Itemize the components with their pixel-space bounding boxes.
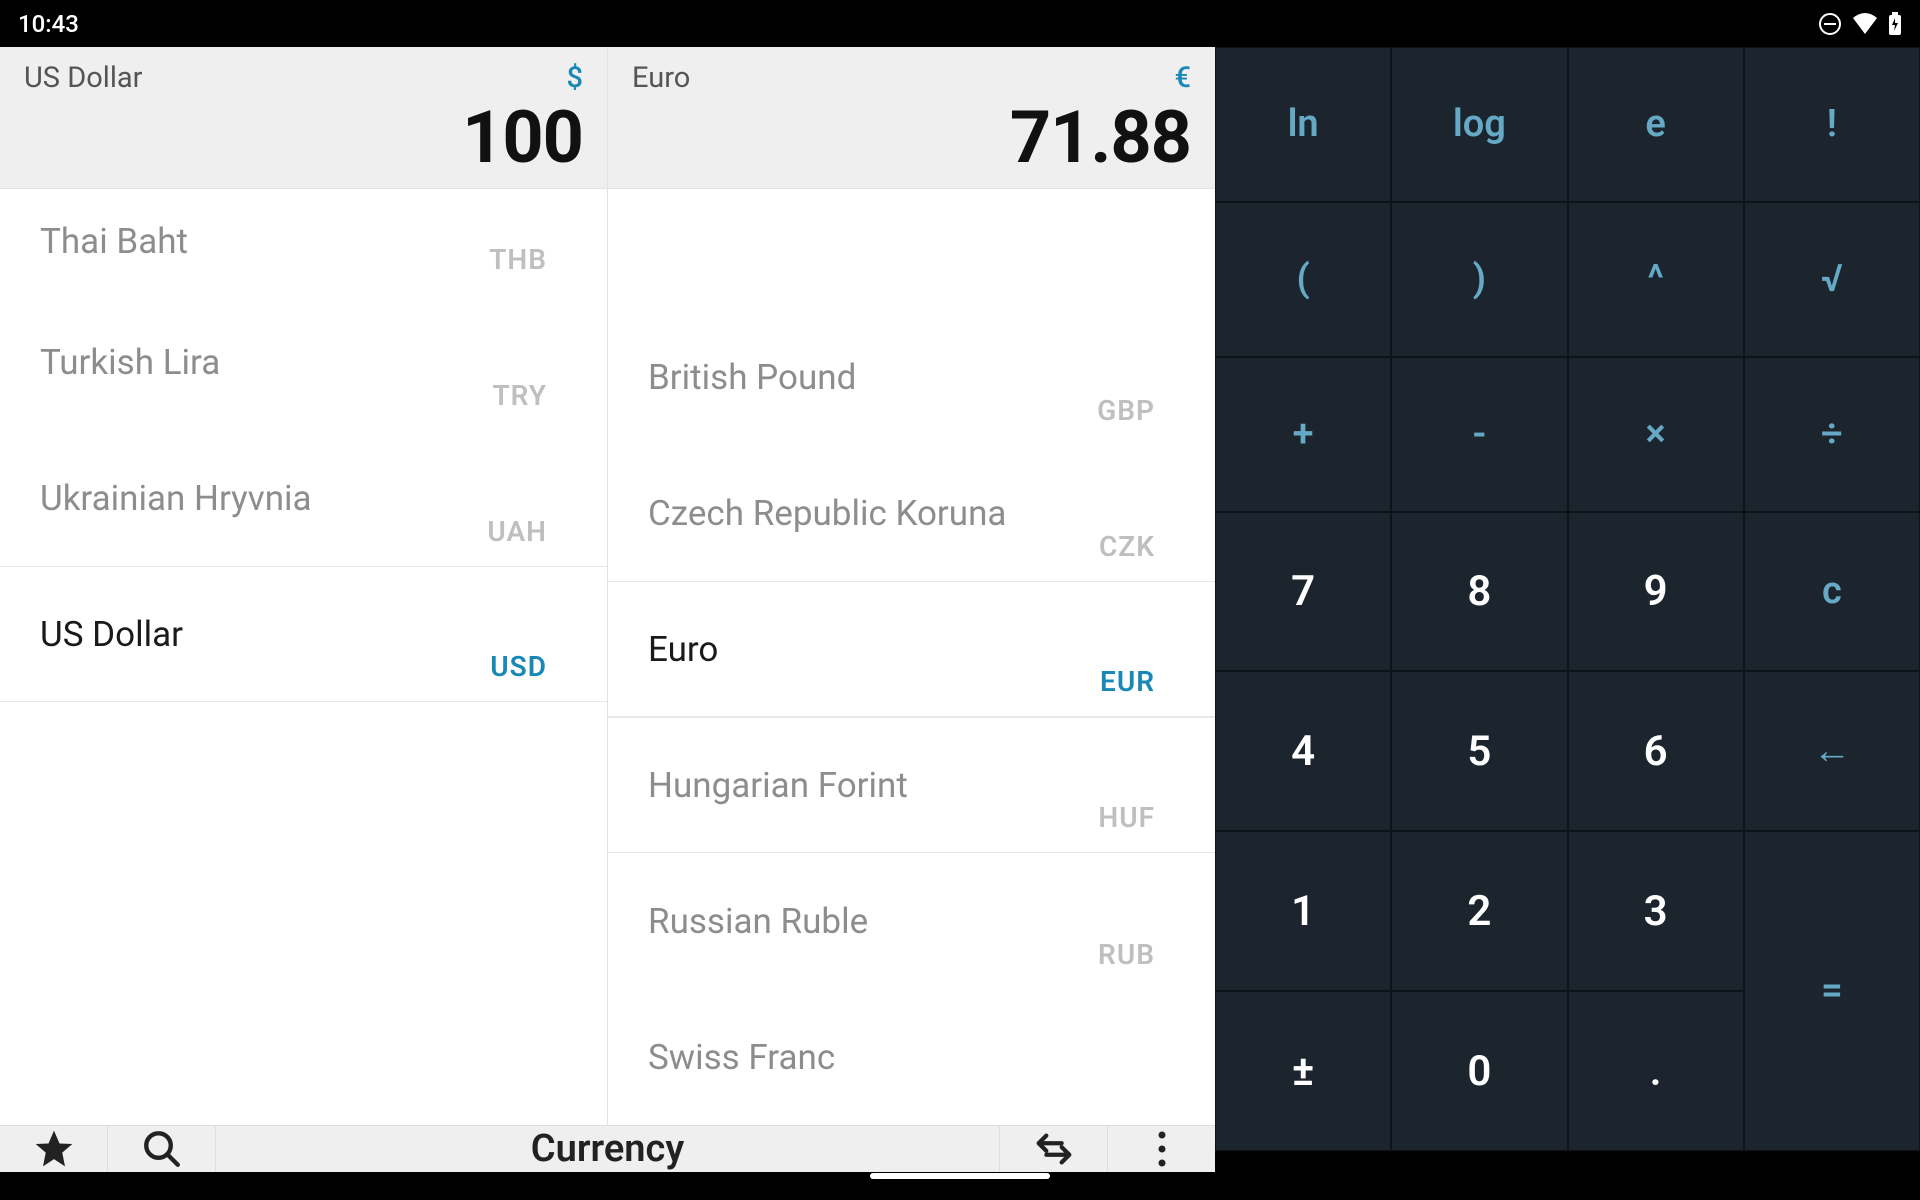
key-2[interactable]: 2 <box>1391 831 1567 991</box>
from-currency-list[interactable]: Thai BahtTHBTurkish LiraTRYUkrainian Hry… <box>0 189 607 1125</box>
to-currency-symbol: € <box>1175 61 1191 95</box>
currency-name: Turkish Lira <box>40 342 567 383</box>
currency-item-right-5[interactable]: Swiss Franc <box>608 989 1215 1125</box>
key-8[interactable]: 8 <box>1391 512 1567 672</box>
to-currency-label: Euro <box>632 61 1191 95</box>
currency-name: Hungarian Forint <box>648 765 1175 806</box>
currency-code: THB <box>489 243 547 276</box>
status-icons <box>1818 12 1902 36</box>
nav-handle-icon <box>870 1173 1050 1179</box>
to-value: 71.88 <box>632 95 1191 180</box>
key-4[interactable]: 4 <box>1215 671 1391 831</box>
currency-item-uah[interactable]: Ukrainian HryvniaUAH <box>0 430 607 566</box>
key-3[interactable]: 3 <box>1568 831 1744 991</box>
toolbar-title: Currency <box>216 1127 999 1171</box>
wifi-icon <box>1852 13 1878 35</box>
dnd-icon <box>1818 12 1842 36</box>
conversion-panel: US Dollar $ 100 Euro € 71.88 Thai BahtTH… <box>0 47 1215 1151</box>
currency-code: RUB <box>1098 938 1155 971</box>
key-plus[interactable]: + <box>1215 357 1391 512</box>
currency-lists: Thai BahtTHBTurkish LiraTRYUkrainian Hry… <box>0 189 1215 1125</box>
key-9[interactable]: 9 <box>1568 512 1744 672</box>
key-0[interactable]: 0 <box>1391 991 1567 1151</box>
star-icon <box>32 1127 76 1171</box>
currency-item-thb[interactable]: Thai BahtTHB <box>0 189 607 294</box>
currency-code: CZK <box>1099 530 1155 563</box>
swap-icon <box>1031 1126 1077 1172</box>
currency-item-czk[interactable]: Czech Republic KorunaCZK <box>608 445 1215 581</box>
key-6[interactable]: 6 <box>1568 671 1744 831</box>
key-1[interactable]: 1 <box>1215 831 1391 991</box>
key-backspace[interactable]: ← <box>1744 671 1920 831</box>
search-button[interactable] <box>108 1126 216 1172</box>
key-power[interactable]: ^ <box>1568 202 1744 357</box>
currency-code: HUF <box>1098 801 1155 834</box>
swap-button[interactable] <box>999 1126 1107 1172</box>
toolbar: Currency <box>0 1125 1215 1172</box>
key-log[interactable]: log <box>1391 47 1567 202</box>
currency-name: Thai Baht <box>40 221 567 262</box>
key-rparen[interactable]: ) <box>1391 202 1567 357</box>
battery-icon <box>1888 12 1902 36</box>
currency-item-huf[interactable]: Hungarian ForintHUF <box>608 717 1215 853</box>
key-plusminus[interactable]: ± <box>1215 991 1391 1151</box>
more-button[interactable] <box>1107 1126 1215 1172</box>
key-decimal[interactable]: . <box>1568 991 1744 1151</box>
currency-name: Ukrainian Hryvnia <box>40 478 567 519</box>
currency-code: TRY <box>492 379 547 412</box>
key-minus[interactable]: - <box>1391 357 1567 512</box>
key-e[interactable]: e <box>1568 47 1744 202</box>
key-7[interactable]: 7 <box>1215 512 1391 672</box>
status-time: 10:43 <box>18 10 1818 38</box>
to-currency-list[interactable]: British PoundGBPCzech Republic KorunaCZK… <box>607 189 1215 1125</box>
from-value: 100 <box>24 95 583 180</box>
favorite-button[interactable] <box>0 1126 108 1172</box>
from-currency-label: US Dollar <box>24 61 583 95</box>
from-currency-symbol: $ <box>567 61 583 95</box>
status-bar: 10:43 <box>0 0 1920 47</box>
key-ln[interactable]: ln <box>1215 47 1391 202</box>
currency-code: USD <box>490 650 547 683</box>
currency-name: Swiss Franc <box>648 1037 1175 1078</box>
currency-code: UAH <box>487 515 547 548</box>
key-divide[interactable]: ÷ <box>1744 357 1920 512</box>
currency-code: GBP <box>1097 394 1155 427</box>
currency-item-gbp[interactable]: British PoundGBP <box>608 309 1215 445</box>
currency-item-try[interactable]: Turkish LiraTRY <box>0 294 607 430</box>
currency-name: US Dollar <box>40 614 567 655</box>
currency-code: EUR <box>1100 665 1155 698</box>
key-5[interactable]: 5 <box>1391 671 1567 831</box>
currency-item-rub[interactable]: Russian RubleRUB <box>608 853 1215 989</box>
to-header[interactable]: Euro € 71.88 <box>607 47 1215 188</box>
keypad: ln log e ! ( ) ^ √ + - × ÷ 7 8 9 c 4 5 6… <box>1215 47 1920 1151</box>
key-lparen[interactable]: ( <box>1215 202 1391 357</box>
key-clear[interactable]: c <box>1744 512 1920 672</box>
currency-name: Russian Ruble <box>648 901 1175 942</box>
more-icon <box>1157 1130 1167 1168</box>
currency-item-usd[interactable]: US DollarUSD <box>0 566 607 702</box>
currency-name: Czech Republic Koruna <box>648 493 1175 534</box>
key-factorial[interactable]: ! <box>1744 47 1920 202</box>
key-sqrt[interactable]: √ <box>1744 202 1920 357</box>
currency-name: British Pound <box>648 357 1175 398</box>
currency-name: Euro <box>648 629 1175 670</box>
conversion-headers: US Dollar $ 100 Euro € 71.88 <box>0 47 1215 189</box>
key-multiply[interactable]: × <box>1568 357 1744 512</box>
currency-item-eur[interactable]: EuroEUR <box>608 581 1215 717</box>
key-equals[interactable]: = <box>1744 831 1920 1151</box>
search-icon <box>141 1128 183 1170</box>
from-header[interactable]: US Dollar $ 100 <box>0 47 607 188</box>
